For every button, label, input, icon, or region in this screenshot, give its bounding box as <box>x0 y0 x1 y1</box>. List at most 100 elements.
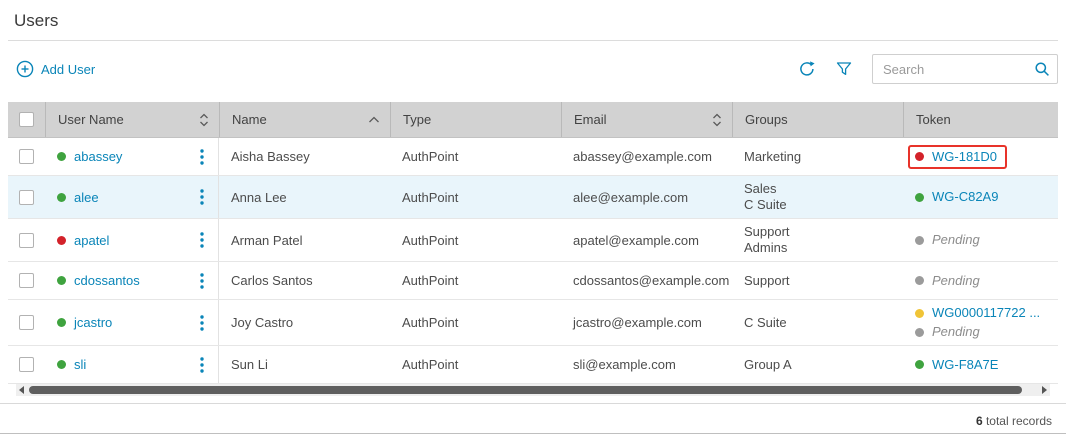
total-records-count: 6 <box>976 414 983 428</box>
token-link[interactable]: WG-C82A9 <box>932 189 998 205</box>
group-label: Admins <box>744 240 787 256</box>
row-checkbox[interactable] <box>19 357 34 372</box>
group-label: Sales <box>744 181 777 197</box>
username-link[interactable]: abassey <box>74 149 122 164</box>
row-checkbox[interactable] <box>19 233 34 248</box>
column-header-username[interactable]: User Name <box>45 102 219 137</box>
select-all-checkbox[interactable] <box>19 112 34 127</box>
token-entry: Pending <box>915 232 980 248</box>
groups-cell: SupportAdmins <box>732 219 903 261</box>
scrollbar-thumb[interactable] <box>29 386 1022 394</box>
user-status-dot <box>57 318 66 327</box>
token-entry: Pending <box>915 324 980 340</box>
table-row: aleeAnna LeeAuthPointalee@example.comSal… <box>8 176 1058 219</box>
column-header-token[interactable]: Token <box>903 102 1058 137</box>
column-header-email[interactable]: Email <box>561 102 732 137</box>
username-link[interactable]: alee <box>74 190 99 205</box>
filter-icon[interactable] <box>836 61 852 77</box>
column-label-token: Token <box>916 112 951 127</box>
token-entry: WG-181D0 <box>915 145 1007 169</box>
username-link[interactable]: cdossantos <box>74 273 140 288</box>
row-menu-icon[interactable] <box>200 315 204 331</box>
table-row: apatelArman PatelAuthPointapatel@example… <box>8 219 1058 262</box>
row-checkbox[interactable] <box>19 149 34 164</box>
token-entry: WG-F8A7E <box>915 357 998 373</box>
token-link[interactable]: WG-F8A7E <box>932 357 998 373</box>
row-checkbox-cell <box>8 138 45 175</box>
token-entry: Pending <box>915 273 980 289</box>
user-status-dot <box>57 276 66 285</box>
scroll-left-arrow[interactable] <box>19 386 24 394</box>
table-header: User Name Name Type Email <box>8 102 1058 138</box>
row-checkbox[interactable] <box>19 190 34 205</box>
users-page: Users Add User <box>0 0 1066 434</box>
add-user-label: Add User <box>41 62 95 77</box>
add-user-icon <box>16 60 34 78</box>
row-menu-icon[interactable] <box>200 149 204 165</box>
table-row: abasseyAisha BasseyAuthPointabassey@exam… <box>8 138 1058 176</box>
groups-cell: C Suite <box>732 300 903 345</box>
groups-cell: Marketing <box>732 138 903 175</box>
user-status-dot <box>57 152 66 161</box>
name-cell: Anna Lee <box>219 176 390 218</box>
add-user-button[interactable]: Add User <box>16 60 95 78</box>
email-cell: jcastro@example.com <box>561 300 732 345</box>
name-cell: Sun Li <box>219 346 390 383</box>
token-status-dot <box>915 309 924 318</box>
annotation-box: WG-181D0 <box>908 145 1007 169</box>
header-divider <box>8 40 1058 41</box>
horizontal-scrollbar[interactable] <box>16 384 1050 396</box>
row-checkbox[interactable] <box>19 315 34 330</box>
scroll-right-arrow[interactable] <box>1042 386 1047 394</box>
row-checkbox-cell <box>8 219 45 261</box>
search-box <box>872 54 1058 84</box>
type-cell: AuthPoint <box>390 300 561 345</box>
column-header-type[interactable]: Type <box>390 102 561 137</box>
sort-asc-icon[interactable] <box>368 116 380 124</box>
page-title: Users <box>14 11 1052 31</box>
token-pending-label: Pending <box>932 232 980 248</box>
token-cell: WG0000117722 ... Pending <box>903 300 1058 345</box>
row-menu-icon[interactable] <box>200 232 204 248</box>
token-status-dot <box>915 360 924 369</box>
user-status-dot <box>57 360 66 369</box>
column-label-email: Email <box>574 112 607 127</box>
row-menu-icon[interactable] <box>200 357 204 373</box>
column-header-name[interactable]: Name <box>219 102 390 137</box>
groups-cell: Support <box>732 262 903 299</box>
user-status-dot <box>57 193 66 202</box>
type-cell: AuthPoint <box>390 262 561 299</box>
token-link[interactable]: WG-181D0 <box>932 149 997 165</box>
row-menu-icon[interactable] <box>200 273 204 289</box>
column-header-groups[interactable]: Groups <box>732 102 903 137</box>
sort-both-icon[interactable] <box>199 112 209 128</box>
toolbar: Add User <box>8 54 1058 84</box>
username-link[interactable]: apatel <box>74 233 109 248</box>
type-cell: AuthPoint <box>390 176 561 218</box>
toolbar-right <box>798 54 1058 84</box>
type-cell: AuthPoint <box>390 219 561 261</box>
page-header: Users <box>0 0 1066 31</box>
username-link[interactable]: sli <box>74 357 86 372</box>
row-checkbox[interactable] <box>19 273 34 288</box>
column-label-type: Type <box>403 112 431 127</box>
total-records-label: total records <box>983 414 1052 428</box>
token-status-dot <box>915 193 924 202</box>
token-link[interactable]: WG0000117722 ... <box>932 305 1040 321</box>
user-status-dot <box>57 236 66 245</box>
users-table: User Name Name Type Email <box>8 102 1058 396</box>
refresh-icon[interactable] <box>798 60 816 78</box>
search-input[interactable] <box>872 54 1058 84</box>
token-cell: WG-F8A7E <box>903 346 1058 383</box>
row-menu-icon[interactable] <box>200 189 204 205</box>
token-entry: WG0000117722 ... <box>915 305 1040 321</box>
username-cell: sli <box>45 346 219 383</box>
token-cell: Pending <box>903 219 1058 261</box>
search-icon[interactable] <box>1034 61 1050 77</box>
sort-both-icon[interactable] <box>712 112 722 128</box>
name-cell: Aisha Bassey <box>219 138 390 175</box>
column-label-name: Name <box>232 112 267 127</box>
username-link[interactable]: jcastro <box>74 315 112 330</box>
table-body: abasseyAisha BasseyAuthPointabassey@exam… <box>8 138 1058 384</box>
email-cell: sli@example.com <box>561 346 732 383</box>
